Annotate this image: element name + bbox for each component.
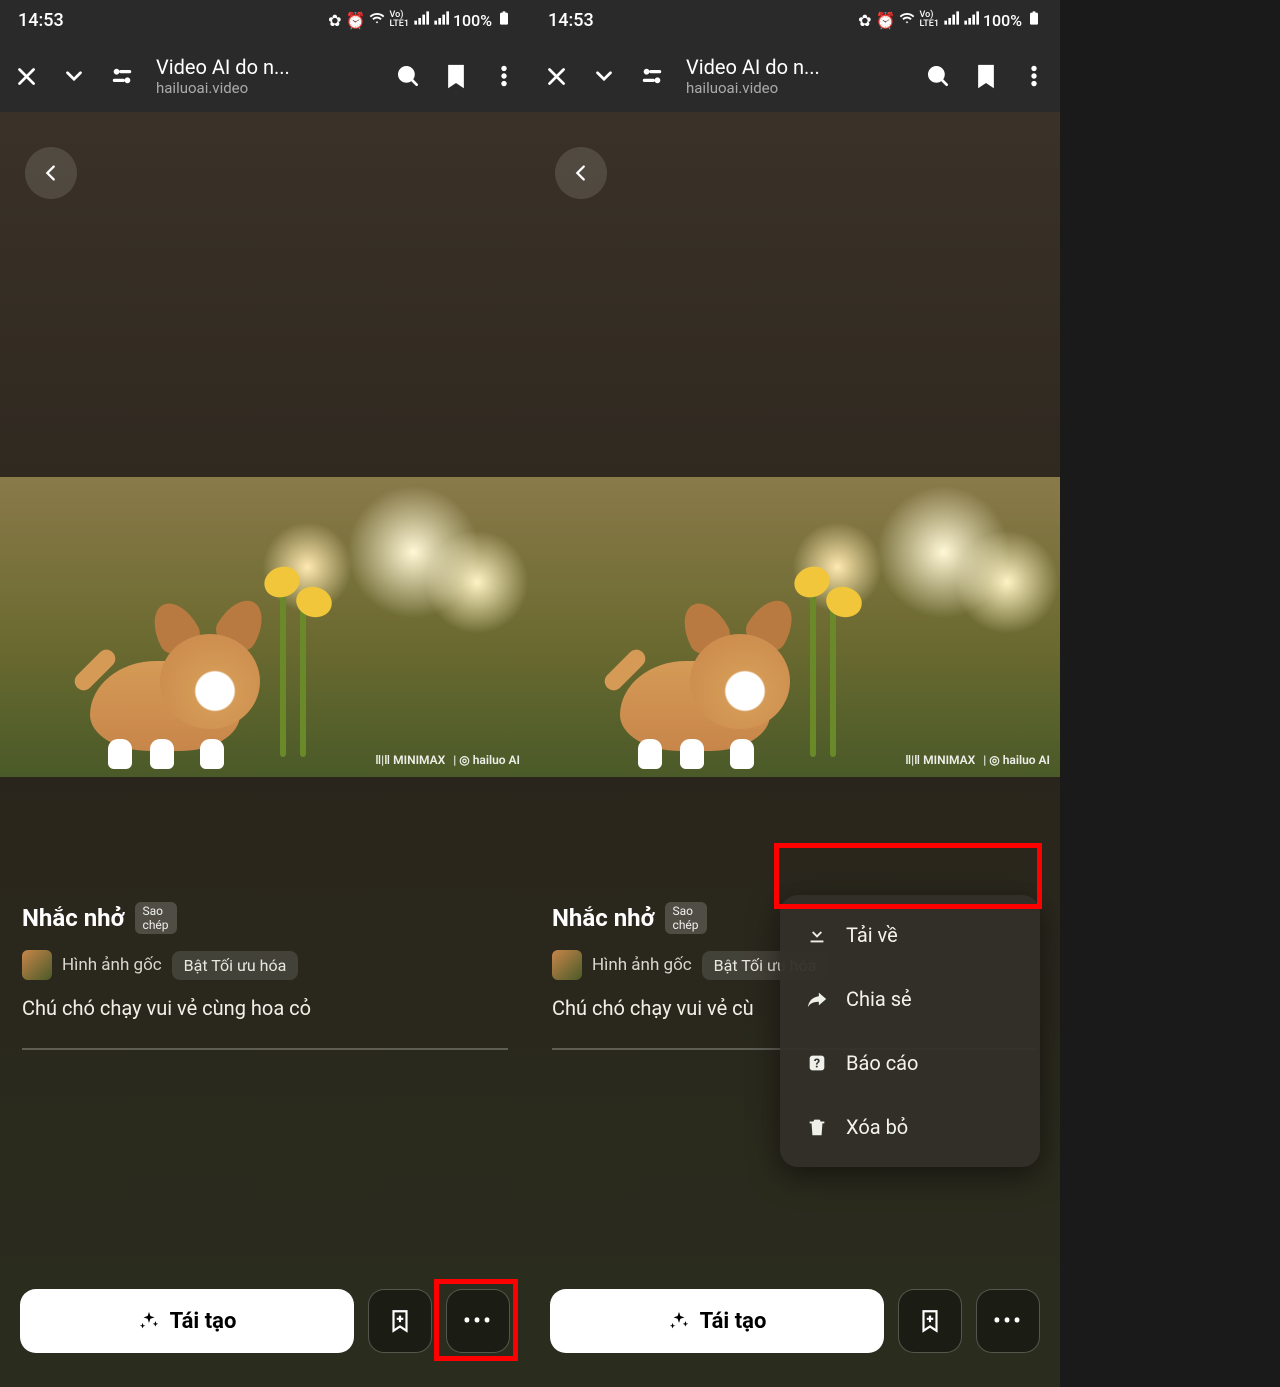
- generated-image[interactable]: ‖|‖ MINIMAX | ◎ hailuo AI: [530, 477, 1060, 777]
- generated-image[interactable]: ‖|‖ MINIMAX | ◎ hailuo AI: [0, 477, 530, 777]
- page-title: Video AI do n...: [156, 55, 374, 79]
- reminder-heading: Nhắc nhở: [552, 904, 655, 932]
- screen-left: 14:53 ✿ ⏰ Vo)LTE1 100%: [0, 0, 530, 1387]
- context-menu: Tải về Chia sẻ ? Báo cáo Xóa bỏ: [780, 895, 1040, 1167]
- search-icon[interactable]: [394, 62, 422, 90]
- tag-original-image[interactable]: Hình ảnh gốc: [592, 955, 692, 975]
- page-domain: hailuoai.video: [156, 79, 374, 97]
- battery-text: 100%: [983, 11, 1022, 30]
- settings-sliders-icon[interactable]: [108, 62, 136, 90]
- watermark: ‖|‖ MINIMAX | ◎ hailuo AI: [375, 753, 520, 767]
- bookmark-icon[interactable]: [972, 62, 1000, 90]
- watermark: ‖|‖ MINIMAX | ◎ hailuo AI: [905, 753, 1050, 767]
- more-button[interactable]: •••: [446, 1289, 510, 1353]
- close-button[interactable]: [542, 62, 570, 90]
- menu-download-label: Tải về: [846, 923, 898, 947]
- signal-icon: [943, 10, 959, 30]
- screen-right: 14:53 ✿ ⏰ Vo)LTE1 100%: [530, 0, 1060, 1387]
- browser-chrome: Video AI do n... hailuoai.video: [530, 40, 1060, 112]
- wifi-icon: [899, 10, 915, 30]
- page-title: Video AI do n...: [686, 55, 904, 79]
- prompt-info: Nhắc nhở Saochép Hình ảnh gốc Bật Tối ưu…: [22, 902, 508, 1050]
- action-bar: Tái tạo •••: [550, 1289, 1040, 1353]
- menu-share-label: Chia sẻ: [846, 987, 912, 1011]
- overflow-menu-icon[interactable]: [490, 62, 518, 90]
- battery-icon: [1026, 10, 1042, 30]
- source-thumbnail[interactable]: [552, 950, 582, 980]
- copy-button[interactable]: Saochép: [665, 902, 707, 934]
- status-bar: 14:53 ✿ ⏰ Vo)LTE1 100%: [530, 0, 1060, 40]
- bookmark-icon[interactable]: [442, 62, 470, 90]
- settings-sliders-icon[interactable]: [638, 62, 666, 90]
- menu-delete-label: Xóa bỏ: [846, 1115, 908, 1139]
- content-area: ‖|‖ MINIMAX | ◎ hailuo AI Nhắc nhở Saoch…: [0, 112, 530, 1387]
- back-button[interactable]: [25, 147, 77, 199]
- volte-icon: Vo)LTE1: [919, 11, 938, 29]
- paw-icon: ✿: [328, 11, 341, 30]
- svg-text:?: ?: [814, 1057, 820, 1072]
- tag-optimize[interactable]: Bật Tối ưu hóa: [172, 951, 299, 980]
- battery-text: 100%: [453, 11, 492, 30]
- action-bar: Tái tạo •••: [20, 1289, 510, 1353]
- prompt-text: Chú chó chạy vui vẻ cùng hoa cỏ: [22, 996, 508, 1020]
- battery-icon: [496, 10, 512, 30]
- signal-icon-2: [963, 10, 979, 30]
- add-collection-button[interactable]: [898, 1289, 962, 1353]
- status-bar: 14:53 ✿ ⏰ Vo)LTE1 100%: [0, 0, 530, 40]
- volte-icon: Vo)LTE1: [389, 11, 408, 29]
- menu-delete[interactable]: Xóa bỏ: [780, 1095, 1040, 1159]
- reminder-heading: Nhắc nhở: [22, 904, 125, 932]
- url-area[interactable]: Video AI do n... hailuoai.video: [156, 55, 374, 97]
- regenerate-label: Tái tạo: [170, 1309, 237, 1334]
- alarm-icon: ⏰: [346, 11, 366, 30]
- signal-icon-2: [433, 10, 449, 30]
- alarm-icon: ⏰: [876, 11, 896, 30]
- copy-button[interactable]: Saochép: [135, 902, 177, 934]
- page-domain: hailuoai.video: [686, 79, 904, 97]
- more-button[interactable]: •••: [976, 1289, 1040, 1353]
- paw-icon: ✿: [858, 11, 871, 30]
- regenerate-label: Tái tạo: [700, 1309, 767, 1334]
- signal-icon: [413, 10, 429, 30]
- wifi-icon: [369, 10, 385, 30]
- overflow-menu-icon[interactable]: [1020, 62, 1048, 90]
- back-button[interactable]: [555, 147, 607, 199]
- menu-share[interactable]: Chia sẻ: [780, 967, 1040, 1031]
- url-area[interactable]: Video AI do n... hailuoai.video: [686, 55, 904, 97]
- regenerate-button[interactable]: Tái tạo: [20, 1289, 354, 1353]
- divider: [22, 1048, 508, 1050]
- menu-download[interactable]: Tải về: [780, 903, 1040, 967]
- close-button[interactable]: [12, 62, 40, 90]
- chevron-down-icon[interactable]: [590, 62, 618, 90]
- add-collection-button[interactable]: [368, 1289, 432, 1353]
- status-indicators: ✿ ⏰ Vo)LTE1 100%: [328, 10, 512, 30]
- chevron-down-icon[interactable]: [60, 62, 88, 90]
- regenerate-button[interactable]: Tái tạo: [550, 1289, 884, 1353]
- menu-report-label: Báo cáo: [846, 1051, 918, 1075]
- status-time: 14:53: [18, 10, 64, 31]
- status-indicators: ✿ ⏰ Vo)LTE1 100%: [858, 10, 1042, 30]
- tag-original-image[interactable]: Hình ảnh gốc: [62, 955, 162, 975]
- browser-chrome: Video AI do n... hailuoai.video: [0, 40, 530, 112]
- source-thumbnail[interactable]: [22, 950, 52, 980]
- content-area: ‖|‖ MINIMAX | ◎ hailuo AI Nhắc nhở Saoch…: [530, 112, 1060, 1387]
- search-icon[interactable]: [924, 62, 952, 90]
- menu-report[interactable]: ? Báo cáo: [780, 1031, 1040, 1095]
- status-time: 14:53: [548, 10, 594, 31]
